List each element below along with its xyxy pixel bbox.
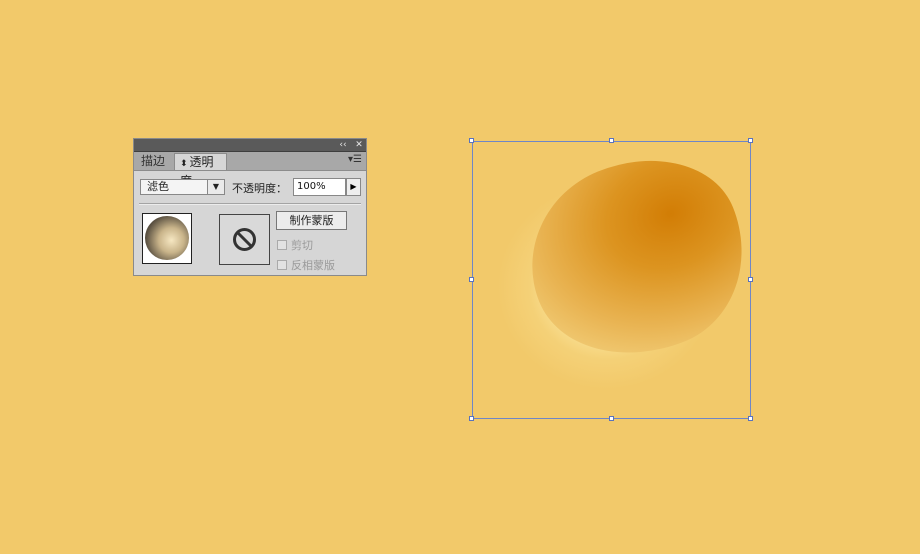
tab-stroke-label: 描边 [141,154,166,168]
clip-label: 剪切 [291,239,313,252]
tab-options-icon: ⬍ [180,159,188,169]
clip-checkbox[interactable] [277,240,287,250]
panel-menu-icon[interactable]: ▾☰ [348,154,362,165]
resize-handle-left[interactable] [469,277,474,282]
artwork-thumbnail[interactable] [142,213,192,264]
blend-mode-value: 滤色 [147,180,169,193]
tab-stroke[interactable]: 描边 [136,153,174,170]
panel-divider [139,203,361,205]
resize-handle-top-left[interactable] [469,138,474,143]
resize-handle-top[interactable] [609,138,614,143]
resize-handle-bottom[interactable] [609,416,614,421]
resize-handle-bottom-right[interactable] [748,416,753,421]
make-mask-button[interactable]: 制作蒙版 [276,211,347,230]
opacity-slider-arrow-icon[interactable]: ▶ [346,178,361,196]
resize-handle-top-right[interactable] [748,138,753,143]
no-mask-icon [233,228,256,251]
tab-transparency[interactable]: ⬍透明度 [174,153,227,188]
clip-checkbox-row: 剪切 [277,237,313,253]
close-icon[interactable]: ✕ [353,139,365,151]
mask-thumbnail[interactable] [219,214,270,265]
collapse-icon[interactable]: ‹‹ [337,139,349,151]
panel-tab-row: 描边 ⬍透明度 ▾☰ [134,152,366,188]
transparency-panel: ‹‹ ✕ 描边 ⬍透明度 ▾☰ 滤色 ▼ 不透明度： 100% ▶ 制作蒙版 剪… [133,138,367,276]
artwork-thumbnail-image [145,216,189,260]
invert-mask-checkbox[interactable] [277,260,287,270]
resize-handle-right[interactable] [748,277,753,282]
panel-title-bar[interactable]: ‹‹ ✕ [134,139,366,152]
opacity-input[interactable]: 100% [293,178,346,196]
invert-mask-checkbox-row: 反相蒙版 [277,257,335,273]
opacity-label: 不透明度： [232,182,287,195]
resize-handle-bottom-left[interactable] [469,416,474,421]
dropdown-arrow-icon[interactable]: ▼ [207,180,224,194]
selection-bounding-box[interactable] [472,141,751,419]
invert-mask-label: 反相蒙版 [291,259,335,272]
blend-mode-select[interactable]: 滤色 ▼ [140,179,225,195]
